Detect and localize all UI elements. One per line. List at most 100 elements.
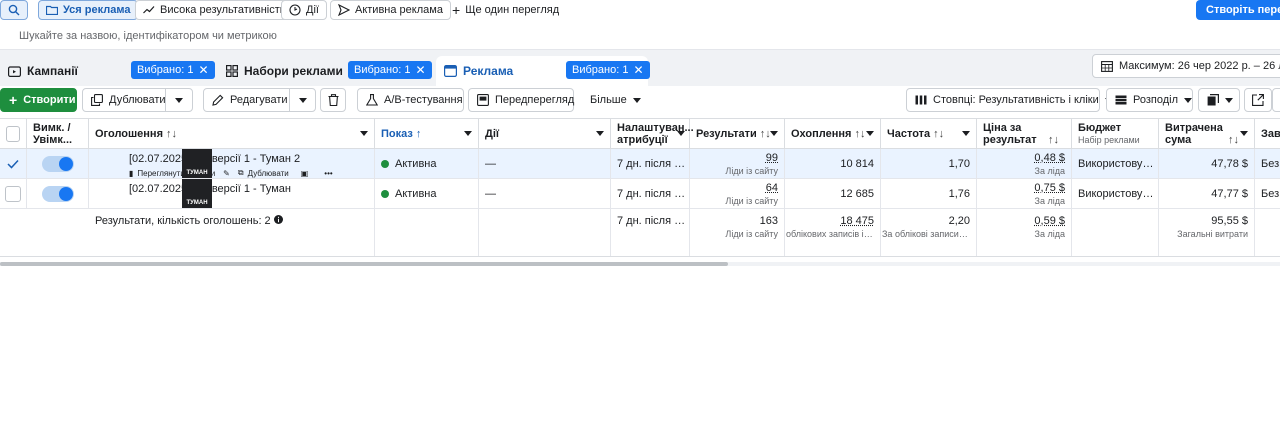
edit-icon[interactable]: ✎ <box>223 169 230 178</box>
col-ends-label: Завершення <box>1261 128 1280 140</box>
close-icon[interactable]: ✕ <box>633 64 643 76</box>
filter-high-performance[interactable]: Висока результативність <box>135 0 294 20</box>
reports-button[interactable] <box>1198 88 1240 112</box>
col-ends[interactable]: Завершення <box>1255 119 1280 149</box>
col-delivery[interactable]: Показ ↑ <box>375 119 479 149</box>
ad-toggle[interactable] <box>41 155 74 172</box>
summary-spacer <box>0 209 89 256</box>
spent-value: 47,77 $ <box>1211 187 1248 200</box>
col-attribution-label: Налаштуван... атрибуції <box>617 122 694 146</box>
table-row[interactable]: ТУМАН [02.07.2025] Конверсії 1 - Туман А… <box>0 179 1280 209</box>
close-icon[interactable]: ✕ <box>415 64 425 76</box>
tab-campaigns-label: Кампанії <box>27 64 78 78</box>
overflow-button[interactable] <box>1272 88 1280 112</box>
create-view-label: Створіть перегляд <box>1206 4 1280 16</box>
search-input[interactable] <box>19 30 619 42</box>
action-icon <box>289 4 301 16</box>
ad-thumbnail[interactable]: ТУМАН <box>182 149 212 178</box>
ad-name[interactable]: [02.07.2025] Конверсії 1 - Туман <box>129 183 368 195</box>
close-icon[interactable]: ✕ <box>198 64 208 76</box>
adsets-selected-badge[interactable]: Вибрано: 1 ✕ <box>348 61 432 79</box>
edit-button[interactable]: Редагувати <box>203 88 290 112</box>
status-dot-icon <box>381 159 389 168</box>
col-toggle[interactable]: Вимк. / Увімк... <box>27 119 89 149</box>
duplicate-button-label: Дублювати <box>109 94 166 106</box>
cost-value[interactable]: 0,48 $ <box>1034 152 1065 164</box>
campaigns-selected-badge[interactable]: Вибрано: 1 ✕ <box>131 61 215 79</box>
col-amount-spent[interactable]: Витрачена сума ↑↓ <box>1159 119 1255 149</box>
duplicate-dropdown[interactable] <box>165 88 193 112</box>
info-icon[interactable] <box>273 215 283 224</box>
add-view-button[interactable]: + Ще один перегляд <box>445 0 566 20</box>
columns-button[interactable]: Стовпці: Результативність і кліки <box>906 88 1113 112</box>
actions-cell: — <box>479 149 611 178</box>
col-cost-per-result[interactable]: Ціна за результат ↑↓ <box>977 119 1072 149</box>
reports-icon <box>1207 94 1219 106</box>
summary-delivery-cell <box>375 209 479 256</box>
create-button[interactable]: + Створити <box>0 88 77 112</box>
delete-button[interactable] <box>320 88 346 112</box>
cost-sub: За ліда <box>1034 195 1065 206</box>
col-actions[interactable]: Дії <box>479 119 611 149</box>
table-row[interactable]: ТУМАН [02.07.2025] Конверсії 1 - Туман 2… <box>0 149 1280 179</box>
tab-campaigns[interactable]: Кампанії <box>8 56 78 86</box>
chevron-down-icon <box>1240 131 1248 136</box>
export-button[interactable] <box>1244 88 1272 112</box>
col-budget[interactable]: Бюджет Набір реклами <box>1072 119 1159 149</box>
col-reach[interactable]: Охоплення ↑↓ <box>785 119 881 149</box>
results-value[interactable]: 99 <box>766 152 778 164</box>
filter-actions[interactable]: Дії <box>281 0 327 20</box>
col-frequency[interactable]: Частота ↑↓ <box>881 119 977 149</box>
create-view-button[interactable]: Створіть перегляд <box>1196 0 1280 20</box>
budget-cell: Використовується бюджет <box>1072 179 1159 208</box>
row-checkbox[interactable] <box>5 185 21 202</box>
ad-thumbnail[interactable]: ТУМАН <box>182 179 212 208</box>
filter-all-ads[interactable]: Уся реклама <box>38 0 139 20</box>
horizontal-scrollbar[interactable] <box>0 262 1280 266</box>
col-attribution[interactable]: Налаштуван... атрибуції <box>611 119 694 149</box>
ad-name[interactable]: [02.07.2025] Конверсії 1 - Туман 2 <box>129 153 368 165</box>
ab-test-button[interactable]: A/B-тестування <box>357 88 464 112</box>
ad-toggle[interactable] <box>41 185 74 202</box>
search-toggle-button[interactable] <box>0 0 28 20</box>
summary-attribution: 7 дн. після кліку <box>617 215 687 227</box>
flask-icon <box>366 94 378 106</box>
preview-icon[interactable]: ▣ <box>301 169 309 178</box>
scrollbar-thumb[interactable] <box>0 262 728 266</box>
chevron-down-icon <box>360 131 368 136</box>
chevron-down-icon <box>596 131 604 136</box>
ends-cell: Без <box>1255 179 1280 208</box>
more-icon[interactable]: ••• <box>324 169 332 178</box>
select-all-checkbox[interactable] <box>6 126 20 142</box>
sort-asc-icon: ↑ <box>415 128 422 140</box>
attribution-value: 7 дн. після кліку <box>617 157 687 170</box>
preview-button[interactable]: Передперегляд <box>468 88 574 112</box>
col-results[interactable]: Результати ↑↓ <box>690 119 785 149</box>
more-button[interactable]: Більше <box>582 88 644 112</box>
row-checkbox-checked[interactable] <box>7 159 19 169</box>
filter-active-ads[interactable]: Активна реклама <box>330 0 451 20</box>
chevron-down-icon <box>1225 97 1233 103</box>
ad-name-cell: ТУМАН [02.07.2025] Конверсії 1 - Туман 2… <box>89 149 375 178</box>
results-value[interactable]: 64 <box>766 182 778 194</box>
cost-value[interactable]: 0,75 $ <box>1034 182 1065 194</box>
duplicate-button[interactable]: Дублювати <box>82 88 166 112</box>
duplicate-link[interactable]: Дублювати <box>248 169 289 178</box>
summary-ends-cell <box>1255 209 1280 256</box>
edit-dropdown[interactable] <box>289 88 316 112</box>
breakdown-button[interactable]: Розподіл <box>1106 88 1193 112</box>
select-all-cell <box>0 119 27 149</box>
summary-cost[interactable]: 0,59 $ <box>1034 215 1065 227</box>
sort-icon: ↑↓ <box>1048 134 1059 146</box>
ads-selected-badge[interactable]: Вибрано: 1 ✕ <box>566 61 650 79</box>
col-ad[interactable]: Оголошення ↑↓ <box>89 119 375 149</box>
tab-adsets[interactable]: Набори реклами <box>226 56 343 86</box>
chevron-down-icon <box>632 97 641 103</box>
date-range-picker[interactable]: Максимум: 26 чер 2022 р. – 26 лип 2025 р… <box>1092 54 1280 78</box>
summary-reach[interactable]: 18 475 <box>840 215 874 227</box>
spent-value: 47,78 $ <box>1211 157 1248 170</box>
attribution-cell: 7 дн. після кліку <box>611 149 690 178</box>
summary-reach-sub: облікових записів із Центру облікових за… <box>786 229 874 239</box>
delivery-status: Активна <box>395 157 437 170</box>
filter-all-ads-label: Уся реклама <box>63 4 131 16</box>
